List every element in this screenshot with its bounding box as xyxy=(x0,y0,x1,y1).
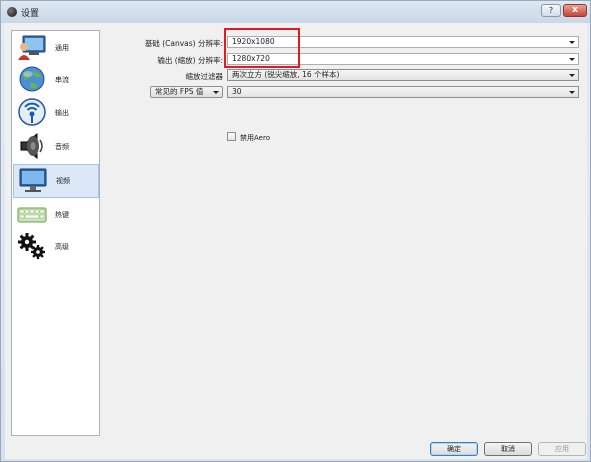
help-button[interactable]: ? xyxy=(541,4,561,17)
chevron-down-icon xyxy=(569,91,575,94)
sidebar-item-video[interactable]: 视频 xyxy=(13,164,99,198)
output-resolution-label: 输出 (缩放) 分辨率: xyxy=(157,56,223,65)
close-button[interactable]: x xyxy=(563,4,587,17)
disable-aero-checkbox[interactable] xyxy=(227,132,236,141)
sidebar-item-general[interactable]: 通用 xyxy=(13,32,99,64)
apply-button[interactable]: 应用 xyxy=(538,442,586,456)
cancel-button[interactable]: 取消 xyxy=(484,442,532,456)
chevron-down-icon xyxy=(569,58,575,61)
downscale-filter-label: 缩放过滤器 xyxy=(185,72,224,81)
title-bar[interactable]: 设置 ? x xyxy=(1,1,590,23)
sidebar-item-output[interactable]: 输出 xyxy=(13,97,99,129)
settings-window: 设置 ? x 通用 串流 输出 音频 视频 热键 高级 基础 (Canvas) … xyxy=(0,0,591,462)
chevron-down-icon xyxy=(569,74,575,77)
downscale-filter-combo[interactable]: 两次立方 (锐尖缩放, 16 个样本) xyxy=(227,69,579,81)
window-title: 设置 xyxy=(21,9,40,19)
sidebar-item-label: 输出 xyxy=(55,109,69,117)
gears-icon xyxy=(18,233,45,259)
sidebar-item-label: 视频 xyxy=(56,177,70,185)
sidebar-item-advanced[interactable]: 高级 xyxy=(13,231,99,263)
resolution-highlight-box xyxy=(224,28,300,68)
fps-type-dropdown[interactable]: 常见的 FPS 值 xyxy=(150,86,223,98)
globe-icon xyxy=(19,66,45,92)
sidebar-item-audio[interactable]: 音频 xyxy=(13,131,99,163)
settings-sidebar: 通用 串流 输出 音频 视频 热键 高级 xyxy=(11,30,100,436)
downscale-filter-value: 两次立方 (锐尖缩放, 16 个样本) xyxy=(232,70,340,79)
broadcast-icon xyxy=(18,98,46,126)
sidebar-item-hotkeys[interactable]: 热键 xyxy=(13,199,99,231)
sidebar-item-label: 音频 xyxy=(55,143,69,151)
chevron-down-icon xyxy=(569,41,575,44)
fps-value: 30 xyxy=(232,87,242,96)
base-resolution-label: 基础 (Canvas) 分辨率: xyxy=(144,39,223,48)
sidebar-item-label: 高级 xyxy=(55,243,69,251)
keyboard-icon xyxy=(17,207,47,223)
app-icon xyxy=(7,7,17,17)
sidebar-item-stream[interactable]: 串流 xyxy=(13,64,99,96)
monitor-icon xyxy=(19,168,47,192)
disable-aero-label[interactable]: 禁用Aero xyxy=(240,133,270,143)
settings-body: 通用 串流 输出 音频 视频 热键 高级 基础 (Canvas) 分辨率: 19… xyxy=(5,23,587,459)
chevron-down-icon xyxy=(213,91,219,94)
sidebar-item-label: 通用 xyxy=(55,44,69,52)
fps-value-combo[interactable]: 30 xyxy=(227,86,579,98)
sidebar-item-label: 串流 xyxy=(55,76,69,84)
sidebar-item-label: 热键 xyxy=(55,211,69,219)
monitor-person-icon xyxy=(18,35,46,60)
speaker-icon xyxy=(20,132,43,160)
ok-button[interactable]: 确定 xyxy=(430,442,478,456)
fps-type-value: 常见的 FPS 值 xyxy=(155,87,204,96)
